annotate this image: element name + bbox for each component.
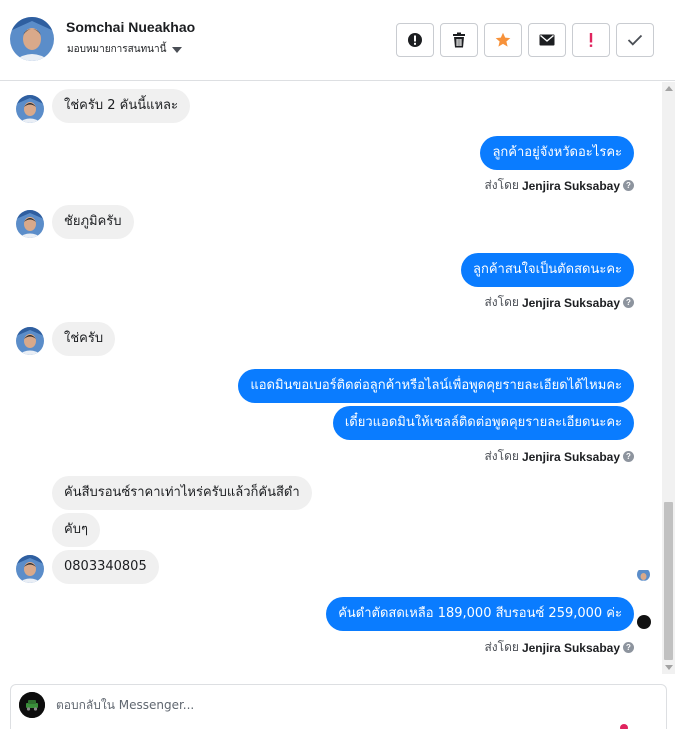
thread-scrollbar[interactable] <box>662 82 675 674</box>
checkmark-icon <box>627 34 643 46</box>
mark-done-button[interactable] <box>616 23 654 57</box>
scroll-up-arrow-icon[interactable] <box>665 86 673 91</box>
sender-name[interactable]: Jenjira Suksabay <box>522 450 620 464</box>
contact-avatar-small <box>16 95 44 123</box>
assign-conversation-dropdown[interactable]: มอบหมายการสนทนานี้ <box>67 42 183 57</box>
incoming-message[interactable]: 0803340805 <box>52 550 159 584</box>
assign-label: มอบหมายการสนทนานี้ <box>67 44 167 55</box>
sent-by-prefix: ส่งโดย <box>484 449 519 463</box>
outgoing-message[interactable]: ลูกค้าอยู่จังหวัดอะไรคะ <box>480 136 634 170</box>
star-button[interactable] <box>484 23 522 57</box>
spam-button[interactable] <box>396 23 434 57</box>
notification-dot <box>620 724 628 729</box>
sender-name[interactable]: Jenjira Suksabay <box>522 641 620 655</box>
help-icon[interactable]: ? <box>623 297 634 308</box>
conversation-actions <box>396 23 654 57</box>
incoming-message[interactable]: ชัยภูมิครับ <box>52 205 134 239</box>
sent-by-prefix: ส่งโดย <box>484 640 519 654</box>
sent-by-label: ส่งโดย Jenjira Suksabay ? <box>484 447 634 466</box>
star-icon <box>495 32 511 47</box>
help-icon[interactable]: ? <box>623 180 634 191</box>
follow-up-button[interactable] <box>572 23 610 57</box>
sent-by-prefix: ส่งโดย <box>484 295 519 309</box>
outgoing-message[interactable]: เดี๋ยวแอดมินให้เซลล์ติดต่อพูดคุยรายละเอี… <box>332 406 634 440</box>
sender-name[interactable]: Jenjira Suksabay <box>522 296 620 310</box>
sent-by-label: ส่งโดย Jenjira Suksabay ? <box>484 176 634 195</box>
contact-avatar[interactable] <box>10 17 54 61</box>
reply-input[interactable] <box>56 698 616 712</box>
page-avatar <box>19 692 45 718</box>
trash-icon <box>453 32 465 48</box>
sender-name[interactable]: Jenjira Suksabay <box>522 179 620 193</box>
reply-composer <box>10 684 667 729</box>
conversation-header: Somchai Nueakhao มอบหมายการสนทนานี้ <box>0 0 675 81</box>
incoming-message[interactable]: ใช่ครับ 2 คันนี้แหละ <box>52 89 191 123</box>
page-read-avatar <box>637 615 651 629</box>
seen-indicator-avatar <box>637 568 650 581</box>
mark-unread-button[interactable] <box>528 23 566 57</box>
contact-avatar-small <box>16 555 44 583</box>
contact-name[interactable]: Somchai Nueakhao <box>66 19 195 35</box>
caret-down-icon <box>172 46 183 53</box>
incoming-message[interactable]: ใช่ครับ <box>52 322 116 356</box>
outgoing-message[interactable]: แอดมินขอเบอร์ติดต่อลูกค้าหรือไลน์เพื่อพู… <box>238 369 634 403</box>
incoming-message[interactable]: คันสีบรอนซ์ราคาเท่าไหร่ครับแล้วก็คันสีดำ <box>52 476 312 510</box>
contact-avatar-small <box>16 210 44 238</box>
contact-avatar-small <box>16 327 44 355</box>
incoming-message[interactable]: คับๆ <box>52 513 100 547</box>
sent-by-prefix: ส่งโดย <box>484 178 519 192</box>
help-icon[interactable]: ? <box>623 451 634 462</box>
sent-by-label: ส่งโดย Jenjira Suksabay ? <box>484 293 634 312</box>
envelope-icon <box>539 34 555 46</box>
sent-by-label: ส่งโดย Jenjira Suksabay ? <box>484 638 634 657</box>
delete-button[interactable] <box>440 23 478 57</box>
outgoing-message[interactable]: คันดำตัดสดเหลือ 189,000 สีบรอนซ์ 259,000… <box>326 597 634 631</box>
scrollbar-thumb[interactable] <box>664 502 673 660</box>
scroll-down-arrow-icon[interactable] <box>665 665 673 670</box>
alert-circle-icon <box>408 33 422 47</box>
help-icon[interactable]: ? <box>623 642 634 653</box>
outgoing-message[interactable]: ลูกค้าสนใจเป็นตัดสดนะคะ <box>460 253 634 287</box>
exclamation-icon <box>589 33 593 47</box>
message-thread[interactable]: ใช่ครับ 2 คันนี้แหละ ลูกค้าอยู่จังหวัดอะ… <box>0 82 662 674</box>
